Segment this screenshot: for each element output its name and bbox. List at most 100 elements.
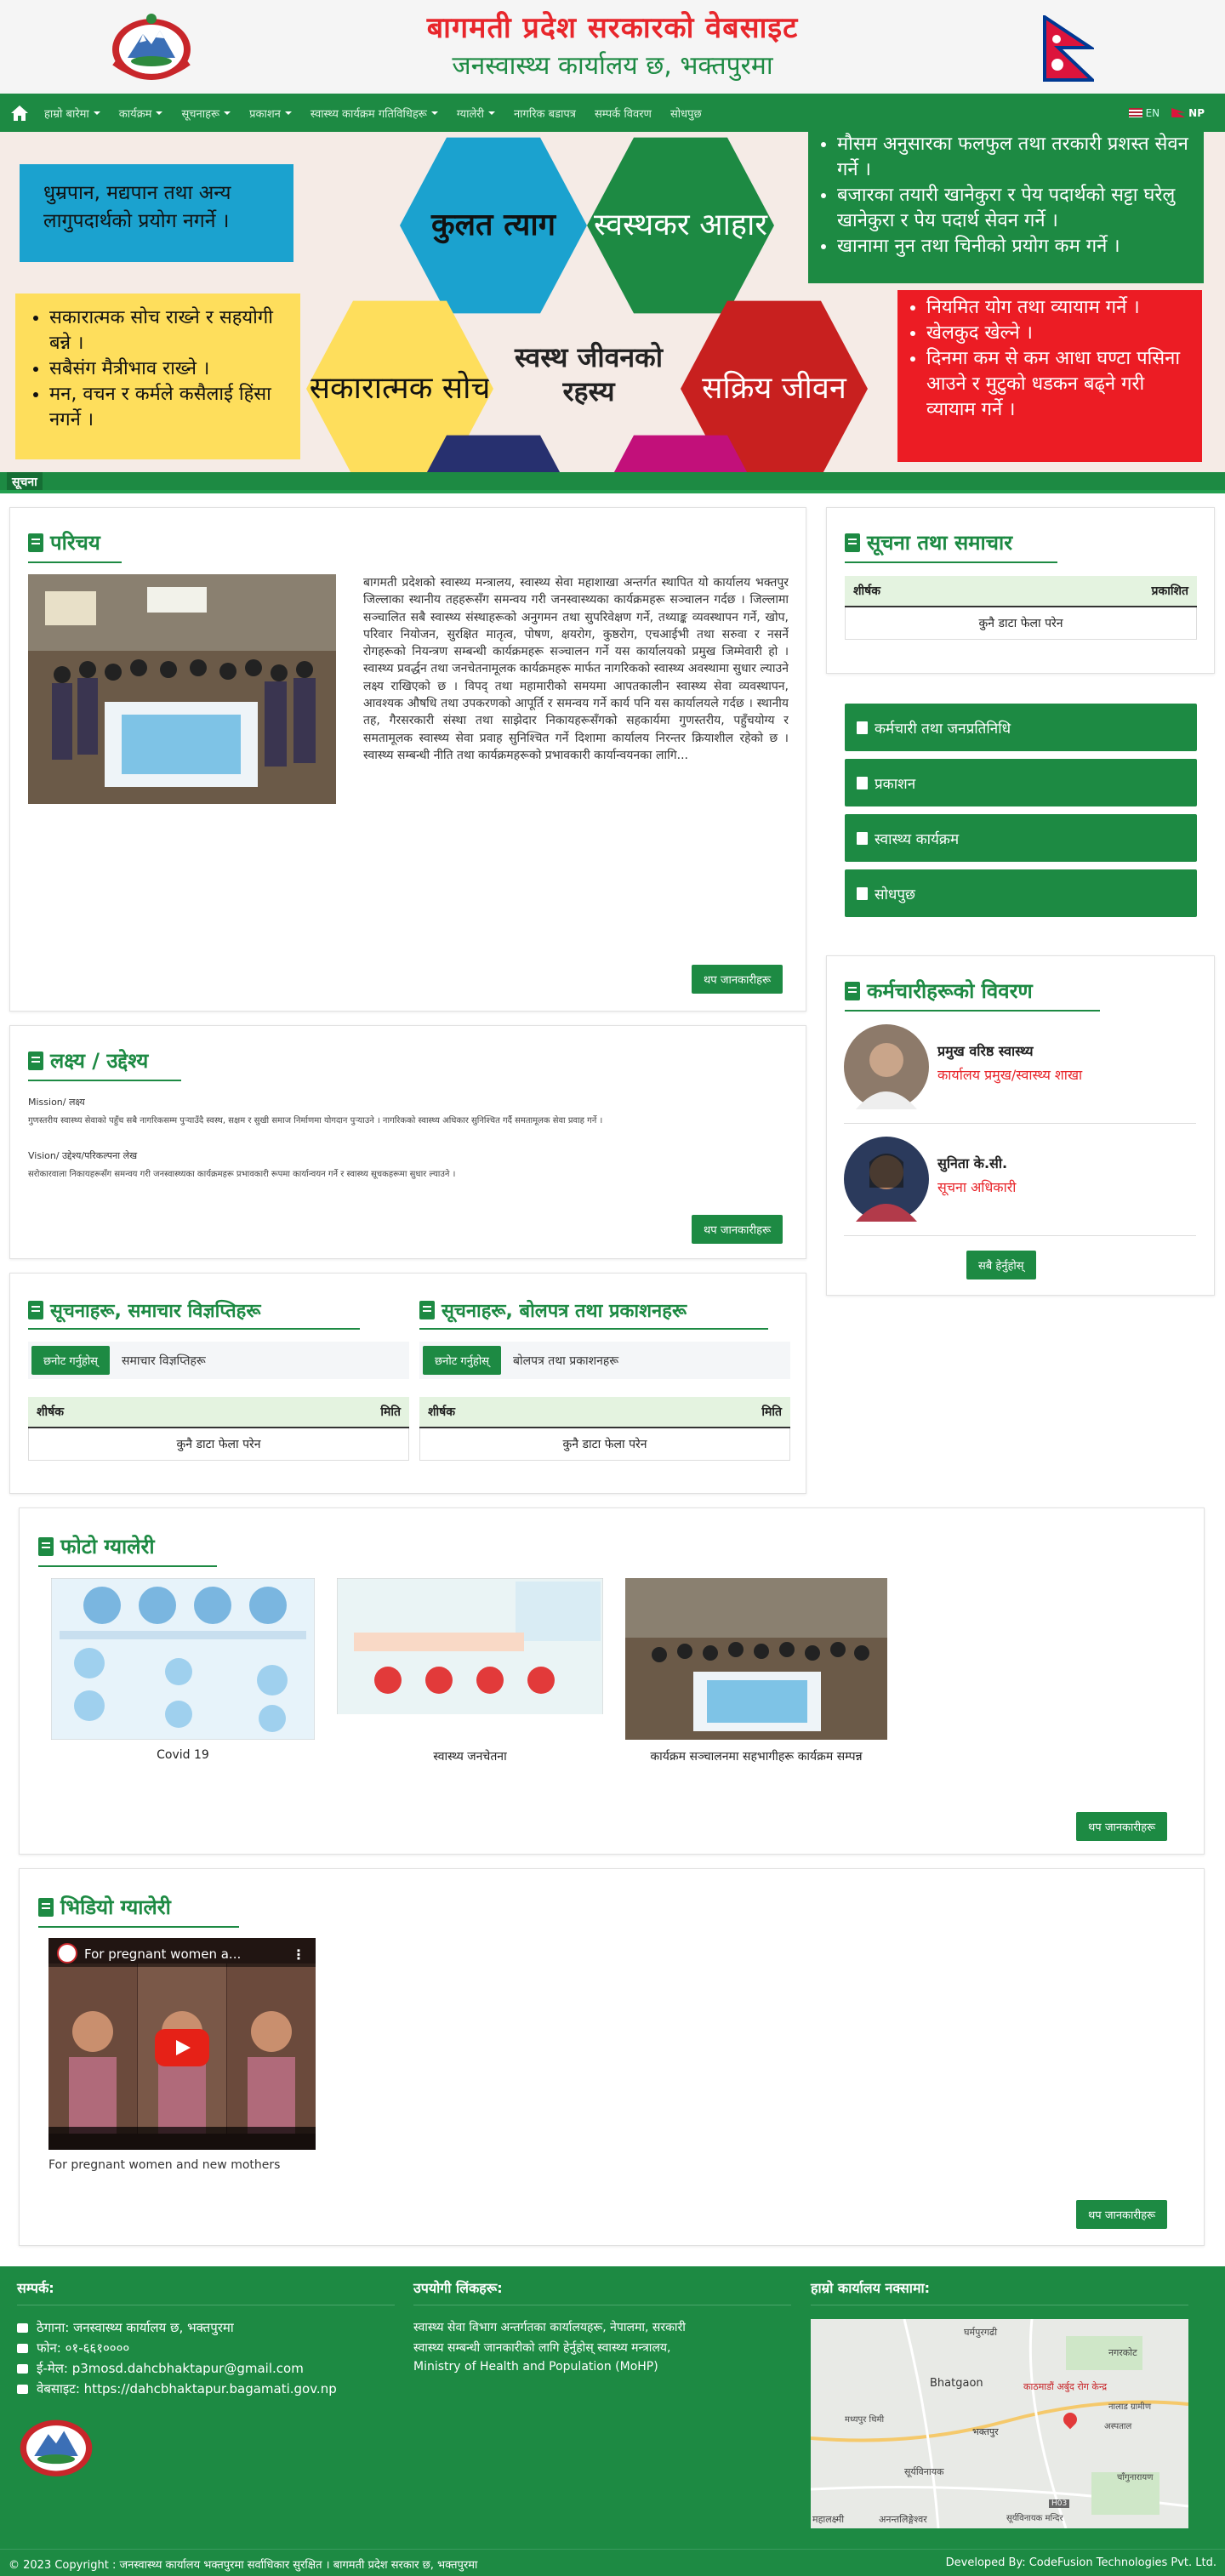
lang-np[interactable]: NP [1171, 107, 1205, 119]
about-more-button[interactable]: थप जानकारीहरू [692, 965, 783, 994]
book-icon [38, 1897, 54, 1917]
nav-item-citizen-charter[interactable]: नागरिक बडापत्र [514, 105, 576, 121]
downloads-filter-text: बोलपत्र तथा प्रकाशनहरू [513, 1354, 619, 1368]
footer-email[interactable]: ई-मेल: p3mosd.dahcbhaktapur@gmail.com [17, 2360, 304, 2377]
map-label: अस्पताल [1104, 2422, 1132, 2431]
book-icon [28, 1051, 43, 1070]
footer-links-text-3[interactable]: Ministry of Health and Population (MoHP) [413, 2360, 658, 2374]
developer-credit[interactable]: Developed By: CodeFusion Technologies Pv… [946, 2556, 1216, 2569]
footer-address: ठेगाना: जनस्वास्थ्य कार्यालय छ, भक्तपुरम… [17, 2319, 234, 2336]
gallery-image-health-awareness[interactable] [337, 1578, 603, 1740]
latest-news-filter-text: समाचार विज्ञप्तिहरू [122, 1354, 206, 1368]
footer-map-heading: हाम्रो कार्यालय नक्सामा: [811, 2280, 931, 2296]
site-title: बागमती प्रदेश सरकारको वेबसाइट जनस्वास्थ्… [0, 10, 1225, 83]
map-label: घर्मपुरगढी [964, 2327, 998, 2338]
footer-contact-heading: सम्पर्क: [17, 2280, 54, 2296]
more-options-icon[interactable]: ⋮ [292, 1946, 305, 1963]
video-title: For pregnant women a... [84, 1946, 242, 1962]
nav-item-notices[interactable]: सूचनाहरू [181, 105, 231, 121]
staff-more-button[interactable]: सबै हेर्नुहोस् [966, 1251, 1036, 1279]
youtube-play-icon[interactable] [155, 2029, 209, 2066]
video-more-button[interactable]: थप जानकारीहरू [1076, 2200, 1168, 2229]
hex-kulat-tyag: कुलत त्याग [400, 137, 587, 314]
map-label: चाँगुनारायण [1117, 2473, 1154, 2482]
staff-avatar-2[interactable] [844, 1137, 929, 1222]
book-icon [28, 1301, 43, 1319]
nav-item-programs[interactable]: कार्यक्रम [119, 105, 163, 121]
envelope-icon [17, 2363, 28, 2374]
gallery-image-program[interactable] [625, 1578, 887, 1740]
side-notice-panel: सूचना तथा समाचार शीर्षक प्रकाशित कुनै डाट… [826, 507, 1215, 674]
title-line-1: बागमती प्रदेश सरकारको वेबसाइट [426, 11, 799, 45]
staff-2-role: सूचना अधिकारी [937, 1179, 1017, 1195]
map-label: अनन्तलिङ्गेश्वर [879, 2514, 927, 2525]
side-notice-table-header: शीर्षक प्रकाशित [845, 576, 1197, 607]
side-link-staff[interactable]: कर्मचारी तथा जनप्रतिनिधि [845, 704, 1197, 751]
downloads-filter-button[interactable]: छनोट गर्नुहोस् [423, 1346, 501, 1375]
map-label: H03 [1049, 2499, 1070, 2508]
map-label: मध्यपुर थिमी [845, 2415, 885, 2425]
latest-news-table-header: शीर्षक मिति [28, 1397, 409, 1428]
mission-more-button[interactable]: थप जानकारीहरू [692, 1215, 783, 1244]
downloads-table-header: शीर्षक मिति [419, 1397, 790, 1428]
hero-box-no-substance: धुम्रपान, मद्यपान तथा अन्य लागुपदार्थको … [20, 164, 293, 262]
book-icon [419, 1301, 435, 1319]
footer-map[interactable]: घर्मपुरगढी नगरकोट Bhatgaon काठमाडौं अर्ब… [811, 2319, 1188, 2528]
mission-heading: लक्ष्य / उद्देश्य [28, 1046, 181, 1081]
side-notice-empty-row: कुनै डाटा फेला परेन [845, 607, 1197, 640]
home-icon[interactable] [10, 105, 29, 122]
video-player[interactable]: For pregnant women a... ⋮ [48, 1938, 316, 2150]
nav-item-health-activities[interactable]: स्वास्थ्य कार्यक्रम गतिविधिहरू [311, 105, 438, 121]
chevron-down-icon [224, 111, 231, 115]
hero-banner: धुम्रपान, मद्यपान तथा अन्य लागुपदार्थको … [0, 132, 1225, 472]
footer-phone[interactable]: फोन: ०१-६६१०००० [17, 2339, 129, 2357]
footer-links-heading: उपयोगी लिंकहरू: [413, 2280, 503, 2296]
nav-item-gallery[interactable]: ग्यालेरी [457, 105, 495, 121]
book-icon [845, 981, 860, 1000]
book-icon [28, 533, 43, 552]
notices-panel: सूचनाहरू, समाचार विज्ञप्तिहरू छनोट गर्नु… [9, 1273, 806, 1494]
footer-links-text-2[interactable]: स्वास्थ्य सम्बन्धी जानकारीको लागि हेर्नु… [413, 2339, 671, 2356]
photo-gallery-heading: फोटो ग्यालेरी [38, 1532, 217, 1567]
nav-item-publications[interactable]: प्रकाशन [249, 105, 292, 121]
hero-box-exercise: नियमित योग तथा व्यायाम गर्ने ।खेलकुद खेल… [897, 290, 1202, 462]
map-label: नगरकोट [1108, 2347, 1137, 2358]
staff-avatar-1[interactable] [844, 1024, 929, 1109]
gallery-caption-3: कार्यक्रम सञ्चालनमा सहभागीहरू कार्यक्रम … [650, 1750, 863, 1764]
map-label: नालाड ग्रामीण [1108, 2402, 1152, 2412]
about-photo[interactable] [28, 574, 336, 804]
side-link-health-programs[interactable]: स्वास्थ्य कार्यक्रम [845, 814, 1197, 862]
latest-news-table: शीर्षक मिति कुनै डाटा फेला परेन [28, 1397, 409, 1461]
nav-item-inquiry[interactable]: सोधपुछ [670, 105, 702, 121]
side-link-inquiry[interactable]: सोधपुछ [845, 869, 1197, 917]
gallery-more-button[interactable]: थप जानकारीहरू [1076, 1812, 1168, 1841]
map-label: भक्तपुर [972, 2426, 999, 2437]
side-link-publications[interactable]: प्रकाशन [845, 759, 1197, 806]
book-icon [38, 1536, 54, 1556]
copyright-bar: © 2023 Copyright : जनस्वास्थ्य कार्यालय … [0, 2549, 1225, 2576]
downloads-filter: छनोट गर्नुहोस् बोलपत्र तथा प्रकाशनहरू [419, 1342, 790, 1379]
gallery-caption-2: स्वास्थ्य जनचेतना [433, 1750, 507, 1764]
nav-item-contact[interactable]: सम्पर्क विवरण [595, 105, 652, 121]
gallery-image-covid[interactable] [51, 1578, 315, 1740]
photo-gallery-panel: फोटो ग्यालेरी Covid 19 स्वास्थ्य जनचेतना… [19, 1507, 1205, 1855]
vision-label: Vision/ उद्देश्य/परिकल्पना लेख [28, 1150, 138, 1161]
nav-item-about[interactable]: हाम्रो बारेमा [44, 105, 100, 121]
title-line-2: जनस्वास्थ्य कार्यालय छ, भक्तपुरमा [452, 51, 773, 81]
footer-website[interactable]: वेबसाइट: https://dahcbhaktapur.bagamati.… [17, 2380, 337, 2397]
side-notice-heading: सूचना तथा समाचार [845, 528, 1057, 563]
staff-2-name: सुनिता के.सी. [937, 1155, 1008, 1171]
latest-news-filter-button[interactable]: छनोट गर्नुहोस् [31, 1346, 110, 1375]
chevron-down-icon [284, 111, 292, 115]
hero-box-diet: मौसम अनुसारका फलफुल तथा तरकारी प्रशस्त स… [808, 132, 1204, 283]
main-nav: हाम्रो बारेमा कार्यक्रम सूचनाहरू प्रकाशन… [0, 94, 1225, 132]
map-label: सूर्यविनायक [904, 2466, 944, 2477]
footer-links-text-1[interactable]: स्वास्थ्य सेवा विभाग अन्तर्गतका कार्यालय… [413, 2319, 686, 2335]
map-label: सूर्यविनायक मन्दिर [1006, 2514, 1063, 2523]
downloads-table: शीर्षक मिति कुनै डाटा फेला परेन [419, 1397, 790, 1461]
latest-news-empty-row: कुनै डाटा फेला परेन [28, 1428, 409, 1461]
side-notice-table: शीर्षक प्रकाशित कुनै डाटा फेला परेन [845, 576, 1197, 640]
hero-box-positive: सकारात्मक सोच राख्ने र सहयोगी बन्ने ।सबै… [15, 294, 300, 459]
staff-1-role: कार्यालय प्रमुख/स्वास्थ्य शाखा [937, 1067, 1083, 1083]
lang-en[interactable]: EN [1128, 107, 1159, 119]
